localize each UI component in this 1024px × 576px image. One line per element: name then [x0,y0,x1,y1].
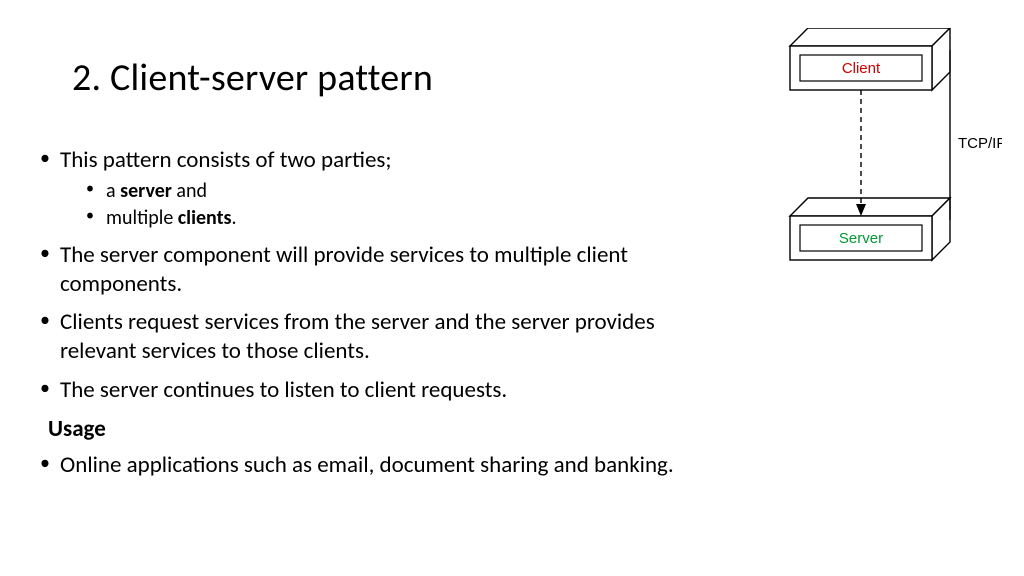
text-fragment: and [172,179,207,203]
subbullet-clients: multiple clients. [84,206,736,231]
bullet-server-listens: The server continues to listen to client… [36,376,736,405]
bullet-usage-online-apps: Online applications such as email, docum… [36,451,736,480]
text-fragment: a [106,179,120,203]
bullet-clients-request: Clients request services from the server… [36,308,736,366]
subbullet-server: a server and [84,179,736,204]
tcpip-label: TCP/IP [958,135,1002,152]
bold-server: server [120,179,172,203]
usage-heading: Usage [48,415,1024,444]
text-fragment: . [232,206,237,230]
bold-clients: clients [178,206,232,230]
server-box: Server [790,198,950,260]
bullet-text: This pattern consists of two parties; [60,146,392,174]
text-fragment: multiple [106,206,178,230]
server-label: Server [839,230,883,247]
client-box: Client [790,28,950,90]
client-label: Client [842,60,881,77]
client-server-diagram: Client Server TCP/IP [772,28,1002,268]
bullet-two-parties: This pattern consists of two parties; a … [36,146,736,231]
bullet-server-provides: The server component will provide servic… [36,241,736,299]
